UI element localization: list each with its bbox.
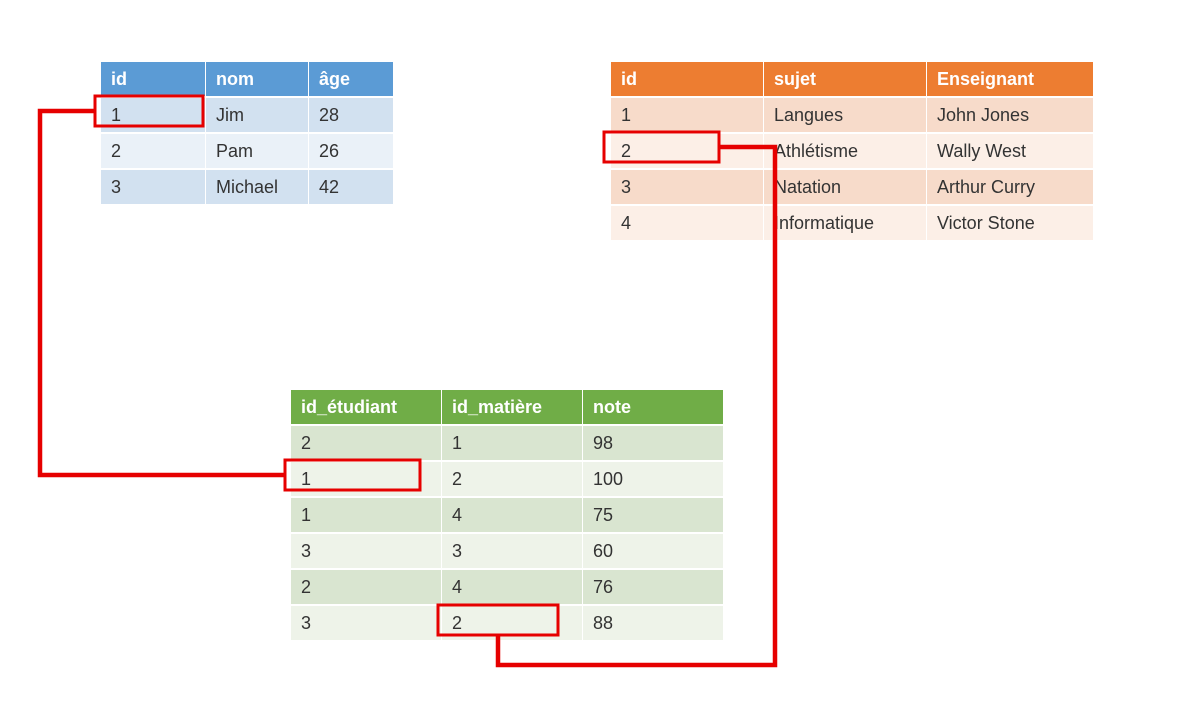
- table-row: 2 Pam 26: [101, 134, 393, 168]
- grades-table: id_étudiant id_matière note 2 1 98 1 2 1…: [290, 388, 724, 642]
- cell: 3: [291, 534, 441, 568]
- table-row: 2 Athlétisme Wally West: [611, 134, 1093, 168]
- cell: Wally West: [927, 134, 1093, 168]
- cell: 100: [583, 462, 723, 496]
- students-table: id nom âge 1 Jim 28 2 Pam 26 3 Michael 4…: [100, 60, 394, 206]
- cell: 28: [309, 98, 393, 132]
- cell: Victor Stone: [927, 206, 1093, 240]
- col-id-matiere: id_matière: [442, 390, 582, 424]
- cell: 4: [611, 206, 763, 240]
- cell: 4: [442, 570, 582, 604]
- cell: 2: [291, 570, 441, 604]
- cell: 75: [583, 498, 723, 532]
- table-row: 1 2 100: [291, 462, 723, 496]
- cell: 98: [583, 426, 723, 460]
- cell: Informatique: [764, 206, 926, 240]
- cell: 3: [611, 170, 763, 204]
- col-note: note: [583, 390, 723, 424]
- col-id: id: [101, 62, 205, 96]
- cell: Pam: [206, 134, 308, 168]
- cell: Athlétisme: [764, 134, 926, 168]
- cell: Natation: [764, 170, 926, 204]
- diagram-canvas: id nom âge 1 Jim 28 2 Pam 26 3 Michael 4…: [0, 0, 1200, 715]
- col-id: id: [611, 62, 763, 96]
- cell: 1: [291, 498, 441, 532]
- cell: 1: [611, 98, 763, 132]
- cell: 1: [291, 462, 441, 496]
- cell: 42: [309, 170, 393, 204]
- col-enseignant: Enseignant: [927, 62, 1093, 96]
- cell: 1: [101, 98, 205, 132]
- cell: Langues: [764, 98, 926, 132]
- cell: 88: [583, 606, 723, 640]
- cell: 3: [291, 606, 441, 640]
- col-sujet: sujet: [764, 62, 926, 96]
- cell: Jim: [206, 98, 308, 132]
- table-row: 3 3 60: [291, 534, 723, 568]
- cell: 1: [442, 426, 582, 460]
- table-row: 2 1 98: [291, 426, 723, 460]
- subjects-table: id sujet Enseignant 1 Langues John Jones…: [610, 60, 1094, 242]
- cell: 3: [442, 534, 582, 568]
- cell: 2: [611, 134, 763, 168]
- cell: 3: [101, 170, 205, 204]
- table-row: 1 Langues John Jones: [611, 98, 1093, 132]
- table-row: 3 Michael 42: [101, 170, 393, 204]
- table-row: 3 Natation Arthur Curry: [611, 170, 1093, 204]
- col-age: âge: [309, 62, 393, 96]
- table-row: 1 4 75: [291, 498, 723, 532]
- col-nom: nom: [206, 62, 308, 96]
- cell: 60: [583, 534, 723, 568]
- cell: 26: [309, 134, 393, 168]
- cell: 2: [442, 606, 582, 640]
- cell: Michael: [206, 170, 308, 204]
- table-row: 3 2 88: [291, 606, 723, 640]
- cell: John Jones: [927, 98, 1093, 132]
- cell: 76: [583, 570, 723, 604]
- cell: 2: [101, 134, 205, 168]
- cell: 4: [442, 498, 582, 532]
- cell: 2: [442, 462, 582, 496]
- table-row: 4 Informatique Victor Stone: [611, 206, 1093, 240]
- table-row: 1 Jim 28: [101, 98, 393, 132]
- cell: 2: [291, 426, 441, 460]
- cell: Arthur Curry: [927, 170, 1093, 204]
- table-row: 2 4 76: [291, 570, 723, 604]
- col-id-etudiant: id_étudiant: [291, 390, 441, 424]
